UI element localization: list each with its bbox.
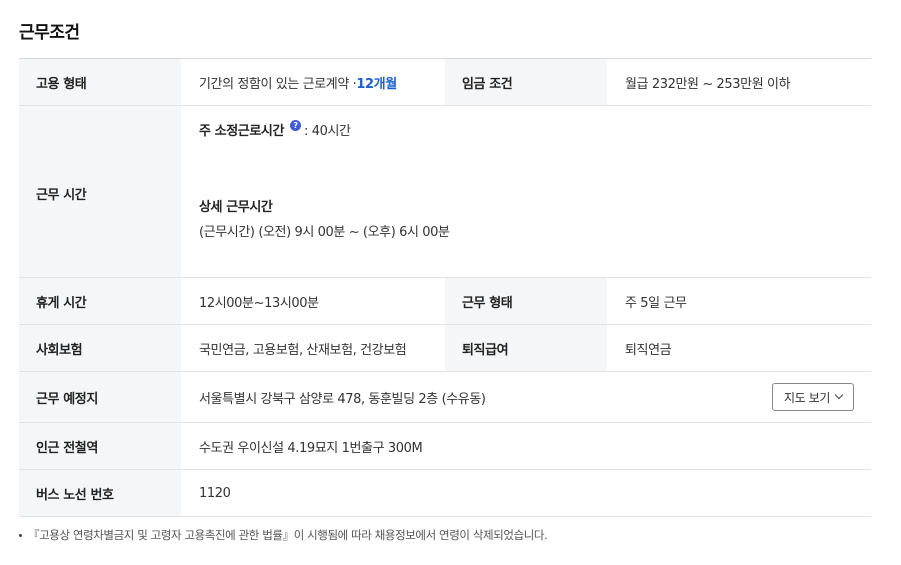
table-row-hours: 근무 시간 주 소정근로시간 ? : 40시간 상세 근무시간 (근무시간) (… xyxy=(19,106,871,278)
work-location-address: 서울특별시 강북구 삼양로 478, 동훈빌딩 2층 (수유동) xyxy=(199,391,486,407)
employment-type-label: 고용 형태 xyxy=(19,59,181,105)
wage-condition-label: 임금 조건 xyxy=(445,59,607,105)
retirement-benefit-value: 퇴직연금 xyxy=(625,342,672,358)
wage-condition-value: 월급 232만원 ~ 253만원 이하 xyxy=(625,76,791,92)
table-row-employment: 고용 형태 기간의 정함이 있는 근로계약 · 12개월 임금 조건 월급 23… xyxy=(19,59,871,106)
social-insurance-value: 국민연금, 고용보험, 산재보험, 건강보험 xyxy=(199,342,407,358)
chevron-down-icon xyxy=(834,390,844,400)
section-title: 근무조건 xyxy=(19,23,80,43)
table-row-insurance: 사회보험 국민연금, 고용보험, 산재보험, 건강보험 퇴직급여 퇴직연금 xyxy=(19,325,871,372)
break-time-label: 휴게 시간 xyxy=(19,278,181,324)
table-row-break: 휴게 시간 12시00분~13시00분 근무 형태 주 5일 근무 xyxy=(19,278,871,325)
age-removal-footnote: 『고용상 연령차별금지 및 고령자 고용촉진에 관한 법률』이 시행됨에 따라 … xyxy=(19,527,548,543)
view-map-label: 지도 보기 xyxy=(784,390,830,405)
nearby-station-label: 인근 전철역 xyxy=(19,423,181,469)
weekly-hours-value: : 40시간 xyxy=(304,124,351,139)
work-hours-value: 주 소정근로시간 ? : 40시간 상세 근무시간 (근무시간) (오전) 9시… xyxy=(181,106,871,277)
table-row-station: 인근 전철역 수도권 우이신설 4.19묘지 1번출구 300M xyxy=(19,423,871,470)
work-location-value: 서울특별시 강북구 삼양로 478, 동훈빌딩 2층 (수유동) 지도 보기 xyxy=(181,372,871,422)
work-type-label: 근무 형태 xyxy=(445,278,607,324)
weekly-hours-line: 주 소정근로시간 ? : 40시간 xyxy=(199,120,351,139)
social-insurance-label: 사회보험 xyxy=(19,325,181,371)
work-conditions-table: 고용 형태 기간의 정함이 있는 근로계약 · 12개월 임금 조건 월급 23… xyxy=(19,58,871,517)
detail-hours-value: (근무시간) (오전) 9시 00분 ~ (오후) 6시 00분 xyxy=(199,225,450,240)
work-type-value: 주 5일 근무 xyxy=(625,295,687,311)
weekly-hours-label: 주 소정근로시간 xyxy=(199,124,285,139)
work-hours-label: 근무 시간 xyxy=(19,106,181,277)
table-row-location: 근무 예정지 서울특별시 강북구 삼양로 478, 동훈빌딩 2층 (수유동) … xyxy=(19,372,871,423)
nearby-station-value: 수도권 우이신설 4.19묘지 1번출구 300M xyxy=(199,440,423,456)
break-time-value: 12시00분~13시00분 xyxy=(199,295,319,311)
detail-hours-title: 상세 근무시간 xyxy=(199,200,273,215)
help-icon[interactable]: ? xyxy=(290,120,302,131)
contract-period-text: 12개월 xyxy=(356,76,397,92)
bus-route-label: 버스 노선 번호 xyxy=(19,470,181,516)
bus-route-value: 1120 xyxy=(199,485,231,501)
contract-type-text: 기간의 정함이 있는 근로계약 · xyxy=(199,76,357,92)
footnote-text: 『고용상 연령차별금지 및 고령자 고용촉진에 관한 법률』이 시행됨에 따라 … xyxy=(28,528,548,542)
work-location-label: 근무 예정지 xyxy=(19,372,181,422)
retirement-benefit-label: 퇴직급여 xyxy=(445,325,607,371)
table-row-bus: 버스 노선 번호 1120 xyxy=(19,470,871,517)
bullet-icon xyxy=(19,533,22,537)
employment-type-value: 기간의 정함이 있는 근로계약 · 12개월 xyxy=(181,59,445,105)
view-map-button[interactable]: 지도 보기 xyxy=(772,383,854,411)
